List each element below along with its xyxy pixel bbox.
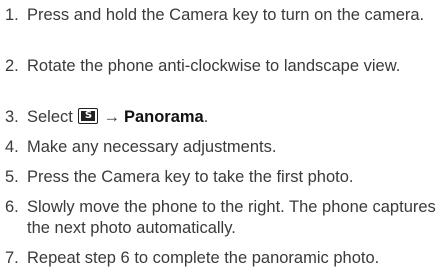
menu-option-panorama: Panorama	[123, 108, 204, 126]
step-prefix: Select	[27, 108, 73, 126]
instruction-list: 1. Press and hold the Camera key to turn…	[0, 0, 441, 275]
step-number: 2.	[5, 57, 19, 75]
step-number: 5.	[5, 168, 19, 186]
step-number: 4.	[5, 138, 19, 156]
step-number: 6.	[5, 198, 19, 216]
step-text: Select S → Panorama.	[27, 107, 437, 128]
arrow-icon: →	[103, 108, 120, 126]
step-number: 1.	[5, 6, 19, 24]
step-text: Repeat step 6 to complete the panoramic …	[27, 249, 380, 267]
step-number: 7.	[5, 249, 19, 267]
step-text: Make any necessary adjustments.	[27, 138, 277, 156]
step-suffix: .	[203, 108, 209, 126]
settings-key-icon-label: S	[81, 111, 96, 121]
step-text: Slowly move the phone to the right. The …	[27, 198, 436, 237]
step-number: 3.	[5, 108, 19, 126]
settings-key-icon: S	[78, 108, 99, 124]
step-text: Press and hold the Camera key to turn on…	[27, 6, 425, 24]
step-text: Press the Camera key to take the first p…	[27, 168, 354, 186]
step-text: Rotate the phone anti-clockwise to lands…	[27, 57, 401, 75]
